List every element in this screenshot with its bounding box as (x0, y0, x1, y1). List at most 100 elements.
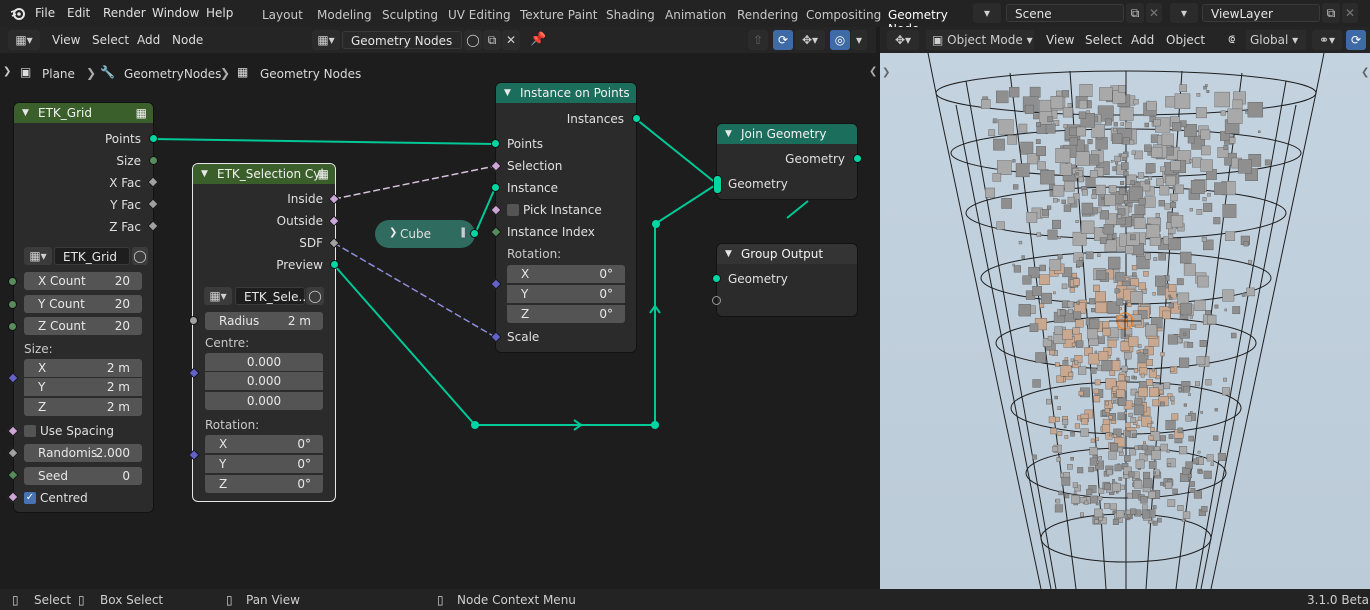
seed-field[interactable]: Seed 0 (24, 467, 142, 485)
size-z-field[interactable]: Z2 m (24, 398, 142, 416)
randomis-field[interactable]: Randomis 2.000 (24, 444, 142, 462)
pick-instance-checkbox[interactable] (507, 204, 519, 216)
centre-z-field[interactable]: 0.000 (205, 392, 323, 410)
instance-cube (1080, 220, 1095, 234)
drag-handle-icon[interactable]: ❚ (459, 227, 467, 238)
collapse-chevron-icon[interactable]: ▼ (201, 164, 208, 184)
node-group-icon[interactable]: ▦ (318, 164, 329, 184)
instance-cube (1146, 224, 1160, 238)
socket-points-out[interactable] (149, 134, 158, 143)
input-geometry-label: Geometry (728, 272, 788, 286)
3d-viewport[interactable]: ❯ ❮ (880, 53, 1370, 589)
socket-instance-in[interactable] (491, 183, 500, 192)
new-view-layer-icon[interactable]: ⧉ (1322, 3, 1340, 23)
view-layer-type-button[interactable]: ▾ (1170, 3, 1198, 23)
node-group-output[interactable]: ▼ Group Output Geometry (717, 244, 857, 316)
rotation-z-field[interactable]: Z 0° (507, 305, 625, 323)
view-layer-field[interactable]: ViewLayer (1202, 4, 1320, 22)
rotation-x-field[interactable]: X 0° (205, 435, 323, 453)
instance-cube (1013, 265, 1022, 273)
radius-field[interactable]: Radius 2 m (205, 312, 323, 330)
node-group-name-field[interactable]: ETK_Grid (54, 247, 130, 265)
collapse-chevron-icon[interactable]: ▼ (504, 83, 511, 103)
node-cube[interactable]: ❯ Cube ❚ (375, 220, 475, 248)
socket-z-count-in[interactable] (8, 322, 17, 331)
collapse-chevron-icon[interactable]: ▼ (725, 124, 732, 144)
node-group-name-field[interactable]: ETK_Sele... (235, 287, 310, 305)
socket-cube-out[interactable] (470, 229, 479, 238)
node-join-geometry[interactable]: ▼ Join Geometry Geometry Geometry (717, 124, 857, 199)
node-group-output-header[interactable]: ▼ Group Output (717, 244, 857, 264)
collapse-region-icon[interactable]: ❮ (1361, 67, 1369, 78)
scene-field[interactable]: Scene (1006, 4, 1124, 22)
socket-join-geometry-out[interactable] (853, 154, 862, 163)
node-etk-grid[interactable]: ▼ ETK_Grid ▦ Points Size X Fac Y Fac Z F… (14, 103, 153, 512)
socket-x-count-in[interactable] (8, 277, 17, 286)
fake-user-shield-icon[interactable]: ◯ (132, 247, 148, 265)
instance-cube (1095, 291, 1106, 303)
node-etk-selection-header[interactable]: ▼ ETK_Selection Cyl ▦ (193, 164, 335, 184)
instance-cube (1081, 202, 1094, 215)
socket-points-in[interactable] (491, 139, 500, 148)
mode-dropdown[interactable]: ▣ Object Mode ▾ (926, 30, 1034, 50)
socket-join-geometry-in[interactable] (713, 175, 722, 194)
socket-group-output-empty[interactable] (712, 296, 721, 305)
rotation-x-field[interactable]: X 0° (507, 265, 625, 283)
instance-cube (992, 118, 998, 124)
close-view-layer-icon[interactable]: ✕ (1342, 3, 1358, 23)
node-etk-grid-header[interactable]: ▼ ETK_Grid ▦ (14, 103, 153, 123)
rotation-y-field[interactable]: Y 0° (205, 455, 323, 473)
scene-type-button[interactable]: ▾ (973, 3, 1001, 23)
socket-instances-out[interactable] (632, 114, 641, 123)
node-group-icon[interactable]: ▦ (136, 103, 147, 123)
x-count-field[interactable]: X Count 20 (24, 272, 142, 290)
new-scene-icon[interactable]: ⧉ (1126, 3, 1144, 23)
socket-y-count-in[interactable] (8, 300, 17, 309)
instance-cube (1009, 87, 1020, 98)
instance-cube (1151, 450, 1161, 460)
instance-cube (1104, 408, 1110, 413)
y-count-field[interactable]: Y Count 20 (24, 295, 142, 313)
socket-size-out[interactable] (149, 156, 158, 165)
fake-user-shield-icon[interactable]: ◯ (306, 287, 324, 305)
centred-checkbox[interactable]: ✓ (24, 492, 36, 504)
centred-label: Centred (40, 491, 88, 505)
collapse-chevron-icon[interactable]: ▼ (725, 244, 732, 264)
size-x-field[interactable]: X2 m (24, 359, 142, 377)
snap-icon[interactable]: ⟳ (1346, 30, 1366, 50)
instance-cube (1168, 294, 1171, 298)
use-spacing-checkbox[interactable] (24, 425, 36, 437)
pivot-point-icon[interactable]: ⚭▾ (1312, 30, 1342, 50)
menu-select[interactable]: Select (1085, 33, 1122, 47)
z-count-field[interactable]: Z Count 20 (24, 317, 142, 335)
instance-cube (1080, 428, 1089, 437)
reroute-node (651, 421, 659, 429)
collapse-chevron-icon[interactable]: ▼ (22, 103, 29, 123)
transform-orientation-icon[interactable]: ⟃ (1228, 32, 1235, 47)
menu-object[interactable]: Object (1166, 33, 1205, 47)
editor-type-button[interactable]: ✥▾ (887, 30, 919, 50)
rotation-y-field[interactable]: Y 0° (507, 285, 625, 303)
instance-cube (996, 160, 1012, 175)
expand-sidebar-icon[interactable]: ❯ (882, 67, 890, 78)
centre-y-field[interactable]: 0.000 (205, 372, 323, 390)
expand-chevron-icon[interactable]: ❯ (389, 227, 397, 238)
rotation-z-field[interactable]: Z 0° (205, 475, 323, 493)
centre-x-field[interactable]: 0.000 (205, 353, 323, 371)
menu-add[interactable]: Add (1131, 33, 1154, 47)
node-etk-selection[interactable]: ▼ ETK_Selection Cyl ▦ Inside Outside SDF… (193, 164, 335, 501)
size-y-field[interactable]: Y2 m (24, 378, 142, 396)
menu-view[interactable]: View (1046, 33, 1074, 47)
node-join-geometry-header[interactable]: ▼ Join Geometry (717, 124, 857, 144)
node-group-browse-button[interactable]: ▦▾ (204, 287, 232, 305)
socket-group-output-geometry-in[interactable] (712, 274, 721, 283)
orientation-dropdown[interactable]: Global ▾ (1246, 30, 1306, 50)
socket-radius-in[interactable] (189, 316, 198, 325)
instance-cube (1134, 398, 1143, 407)
close-scene-icon[interactable]: ✕ (1146, 3, 1162, 23)
instance-cube (1122, 137, 1130, 145)
node-group-browse-button[interactable]: ▦▾ (24, 247, 52, 265)
socket-preview-out[interactable] (330, 260, 339, 269)
node-instance-on-points-header[interactable]: ▼ Instance on Points (496, 83, 636, 103)
node-instance-on-points[interactable]: ▼ Instance on Points Instances Points Se… (496, 83, 636, 352)
